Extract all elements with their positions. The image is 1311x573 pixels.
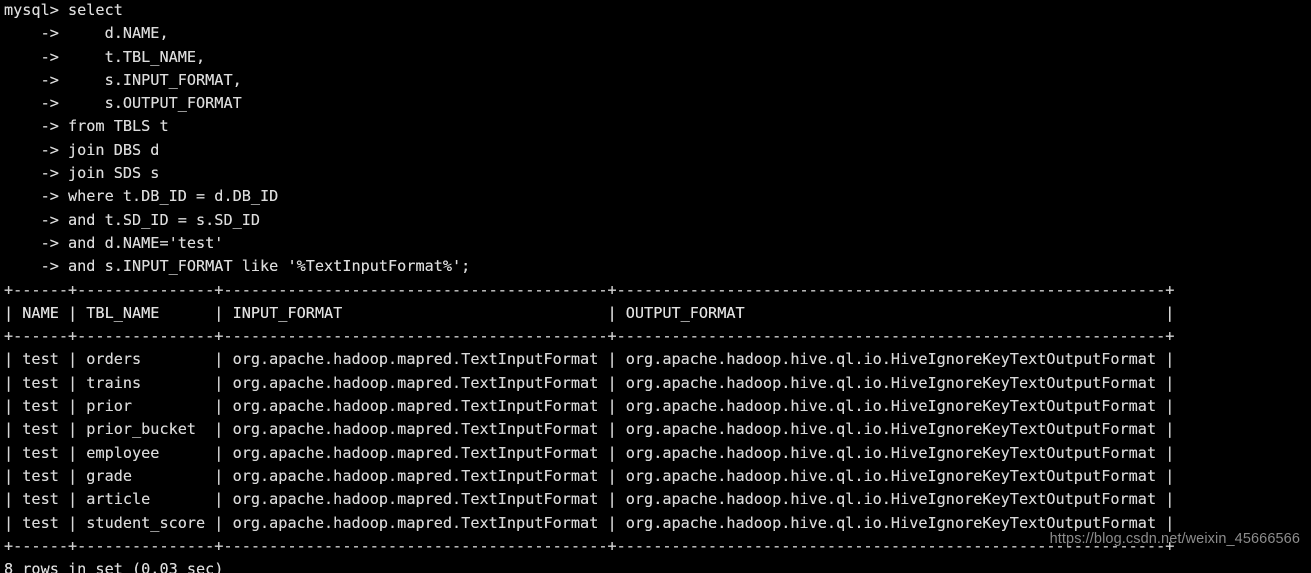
table-header-row: | NAME | TBL_NAME | INPUT_FORMAT | OUTPU… xyxy=(4,303,1175,322)
table-row: | test | article | org.apache.hadoop.map… xyxy=(4,490,1175,509)
query-line-5: -> join DBS d xyxy=(4,140,160,159)
table-row: | test | prior_bucket | org.apache.hadoo… xyxy=(4,420,1175,439)
status-line: 8 rows in set (0.03 sec) xyxy=(4,560,224,573)
query-line-2: -> s.INPUT_FORMAT, xyxy=(4,70,242,89)
query-line-8: -> and t.SD_ID = s.SD_ID xyxy=(4,210,261,229)
terminal-screen[interactable]: mysql> select -> d.NAME, -> t.TBL_NAME, … xyxy=(4,0,1174,573)
terminal-window[interactable]: mysql> select -> d.NAME, -> t.TBL_NAME, … xyxy=(0,0,1311,573)
query-line-1: -> t.TBL_NAME, xyxy=(4,47,206,66)
table-row: | test | employee | org.apache.hadoop.ma… xyxy=(4,443,1175,462)
query-line-0: -> d.NAME, xyxy=(4,24,169,43)
table-rule-top: +------+---------------+----------------… xyxy=(4,280,1175,299)
query-line-9: -> and d.NAME='test' xyxy=(4,233,224,252)
query-line-4: -> from TBLS t xyxy=(4,117,169,136)
table-row: | test | trains | org.apache.hadoop.mapr… xyxy=(4,373,1175,392)
query-line-3: -> s.OUTPUT_FORMAT xyxy=(4,94,242,113)
table-row: | test | student_score | org.apache.hado… xyxy=(4,513,1175,532)
table-rule-header: +------+---------------+----------------… xyxy=(4,327,1175,346)
query-line-7: -> where t.DB_ID = d.DB_ID xyxy=(4,187,279,206)
table-row: | test | grade | org.apache.hadoop.mapre… xyxy=(4,466,1175,485)
query-line-10: -> and s.INPUT_FORMAT like '%TextInputFo… xyxy=(4,257,471,276)
prompt-line: mysql> select xyxy=(4,1,123,19)
table-row: | test | orders | org.apache.hadoop.mapr… xyxy=(4,350,1175,369)
query-line-6: -> join SDS s xyxy=(4,164,160,183)
table-rule-bottom: +------+---------------+----------------… xyxy=(4,536,1175,555)
table-row: | test | prior | org.apache.hadoop.mapre… xyxy=(4,397,1175,416)
